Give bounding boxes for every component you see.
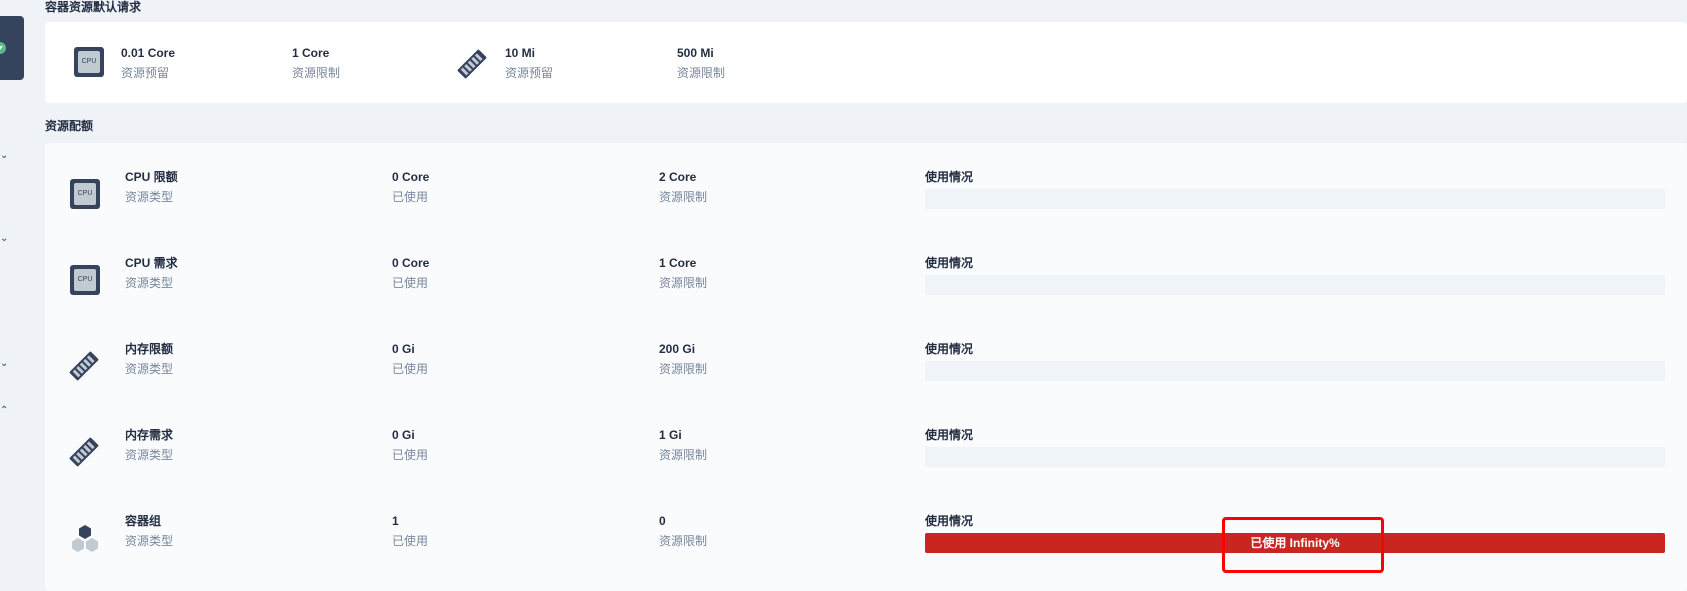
limit-value: 1 Gi [659, 428, 682, 442]
limit-value: 2 Core [659, 170, 697, 184]
chevron-up-icon[interactable]: ⌃ [0, 405, 8, 416]
default-label: 资源限制 [292, 66, 341, 80]
defaults-card: CPU 0.01 Core 资源预留 1 Core 资源限制 10 Mi 资源预… [45, 22, 1687, 103]
usage-bar [925, 189, 1665, 209]
used-value: 0 Core [392, 256, 430, 270]
highlight-box [1222, 517, 1384, 573]
usage-label: 使用情况 [925, 256, 974, 270]
used-value: 1 [392, 514, 399, 528]
used-value: 0 Gi [392, 428, 415, 442]
limit-label: 资源限制 [659, 448, 708, 462]
resource-type-label: 资源类型 [125, 190, 174, 204]
chevron-down-icon[interactable]: ⌄ [0, 358, 8, 369]
usage-bar [925, 275, 1665, 295]
usage-label: 使用情况 [925, 514, 974, 528]
resource-type-label: 资源类型 [125, 362, 174, 376]
memory-icon [457, 49, 487, 79]
quota-row-memory-limit: 内存限额资源类型 0 Gi 已使用 200 Gi 资源限制 使用情况 [45, 315, 1687, 401]
quota-card: CPU CPU 限额 资源类型 0 Core 已使用 2 Core 资源限制 使用情况… [45, 143, 1687, 591]
chevron-down-circle-icon [0, 42, 6, 54]
default-label: 资源预留 [505, 66, 554, 80]
limit-label: 资源限制 [659, 362, 708, 376]
usage-label: 使用情况 [925, 428, 974, 442]
section-title-quota: 资源配额 [45, 119, 94, 133]
quota-row-cpu-limit: CPU CPU 限额 资源类型 0 Core 已使用 2 Core 资源限制 使用情况 [45, 143, 1687, 229]
used-label: 已使用 [392, 362, 429, 376]
section-title-defaults: 容器资源默认请求 [45, 0, 142, 14]
resource-type-label: 资源类型 [125, 276, 174, 290]
cpu-icon: CPU [70, 265, 100, 295]
default-cpu-limit: 1 Core 资源限制 [292, 45, 340, 81]
resource-name: 容器组 [125, 514, 162, 528]
resource-name: CPU 限额 [125, 170, 178, 184]
usage-bar [925, 361, 1665, 381]
default-label: 资源限制 [677, 66, 726, 80]
used-label: 已使用 [392, 448, 429, 462]
default-value: 0.01 Core [121, 46, 176, 60]
default-memory-limit: 500 Mi 资源限制 [677, 45, 725, 81]
limit-value: 0 [659, 514, 666, 528]
limit-label: 资源限制 [659, 276, 708, 290]
quota-row-cpu-request: CPU CPU 需求 资源类型 0 Core 已使用 1 Core 资源限制 使用情况 [45, 229, 1687, 315]
default-cpu-request: 0.01 Core 资源预留 [121, 45, 175, 81]
resource-type-label: 资源类型 [125, 448, 174, 462]
pod-icon [72, 525, 98, 552]
usage-label: 使用情况 [925, 342, 974, 356]
quota-row-pods: 容器组 资源类型 1 已使用 0 资源限制 使用情况 已使用 Infinity% [45, 487, 1687, 573]
memory-icon [69, 437, 99, 467]
resource-type-label: 资源类型 [125, 534, 174, 548]
quota-row-memory-request: 内存需求资源类型 0 Gi 已使用 1 Gi 资源限制 使用情况 [45, 401, 1687, 487]
memory-icon [69, 351, 99, 381]
sidebar-toggle-button[interactable] [0, 16, 24, 80]
default-value: 1 Core [292, 46, 330, 60]
default-label: 资源预留 [121, 66, 170, 80]
chevron-down-icon[interactable]: ⌄ [0, 233, 8, 244]
chevron-down-icon[interactable]: ⌄ [0, 150, 8, 161]
used-value: 0 Gi [392, 342, 415, 356]
used-label: 已使用 [392, 190, 429, 204]
limit-label: 资源限制 [659, 534, 708, 548]
default-value: 500 Mi [677, 46, 714, 60]
limit-value: 1 Core [659, 256, 697, 270]
usage-label: 使用情况 [925, 170, 974, 184]
limit-label: 资源限制 [659, 190, 708, 204]
cpu-icon: CPU [70, 179, 100, 209]
usage-bar [925, 447, 1665, 467]
resource-name: 内存限额 [125, 342, 174, 356]
used-label: 已使用 [392, 534, 429, 548]
used-label: 已使用 [392, 276, 429, 290]
limit-value: 200 Gi [659, 342, 696, 356]
default-value: 10 Mi [505, 46, 536, 60]
resource-name: 内存需求 [125, 428, 174, 442]
used-value: 0 Core [392, 170, 430, 184]
default-memory-request: 10 Mi 资源预留 [505, 45, 553, 81]
cpu-icon: CPU [74, 47, 104, 77]
resource-name: CPU 需求 [125, 256, 178, 270]
